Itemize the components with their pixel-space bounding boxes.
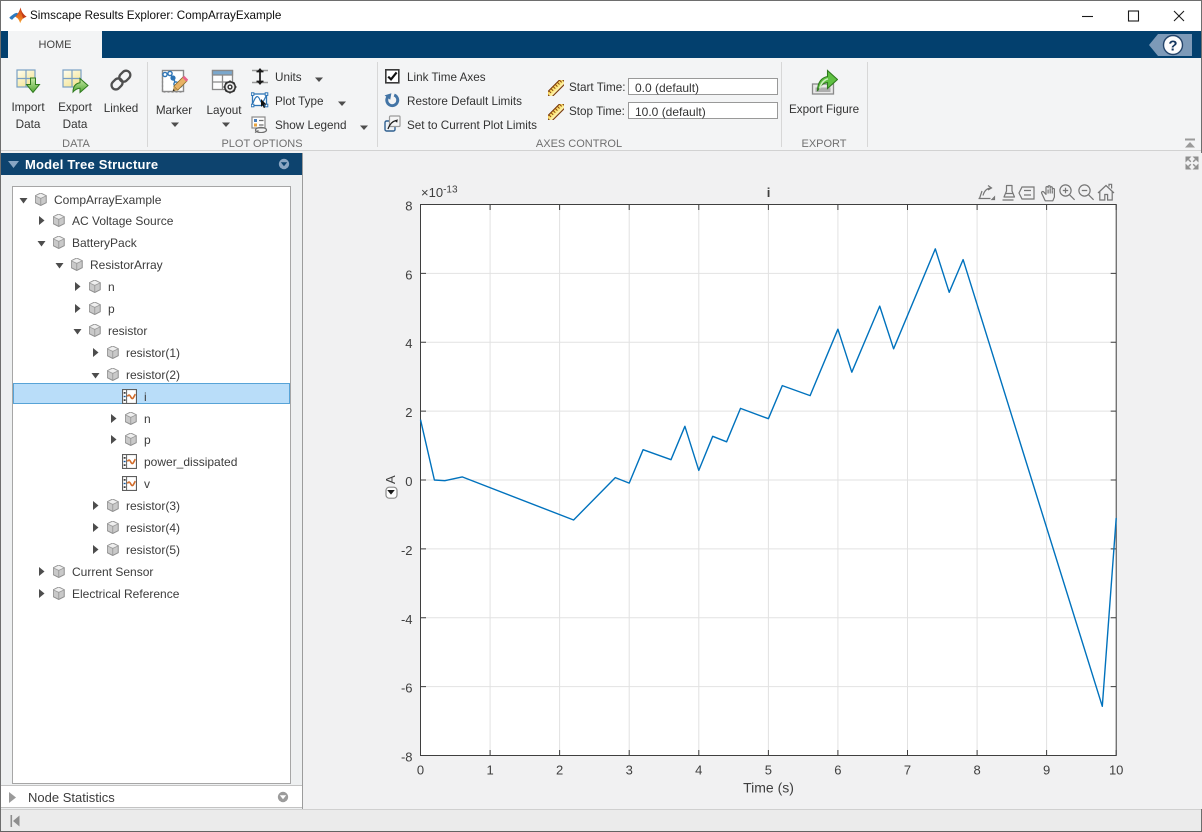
svg-text:8: 8 xyxy=(973,763,980,778)
svg-text:A: A xyxy=(383,475,398,484)
svg-text:×10-13: ×10-13 xyxy=(421,185,458,201)
svg-text:-8: -8 xyxy=(401,750,413,765)
svg-text:7: 7 xyxy=(904,763,911,778)
svg-text:4: 4 xyxy=(695,763,702,778)
svg-text:4: 4 xyxy=(405,336,412,351)
svg-text:?: ? xyxy=(1168,38,1177,55)
svg-text:-6: -6 xyxy=(401,681,413,696)
svg-text:9: 9 xyxy=(1043,763,1050,778)
svg-text:-2: -2 xyxy=(401,543,413,558)
svg-text:5: 5 xyxy=(765,763,772,778)
svg-text:2: 2 xyxy=(405,405,412,420)
svg-text:1: 1 xyxy=(486,763,493,778)
svg-text:10: 10 xyxy=(1109,763,1123,778)
svg-text:i: i xyxy=(767,185,771,200)
svg-text:Time (s): Time (s) xyxy=(743,780,794,796)
svg-text:2: 2 xyxy=(556,763,563,778)
svg-text:6: 6 xyxy=(834,763,841,778)
svg-text:8: 8 xyxy=(405,199,412,214)
svg-text:0: 0 xyxy=(405,474,412,489)
svg-text:3: 3 xyxy=(626,763,633,778)
svg-text:6: 6 xyxy=(405,267,412,282)
svg-text:0: 0 xyxy=(417,763,424,778)
svg-text:-4: -4 xyxy=(401,612,413,627)
